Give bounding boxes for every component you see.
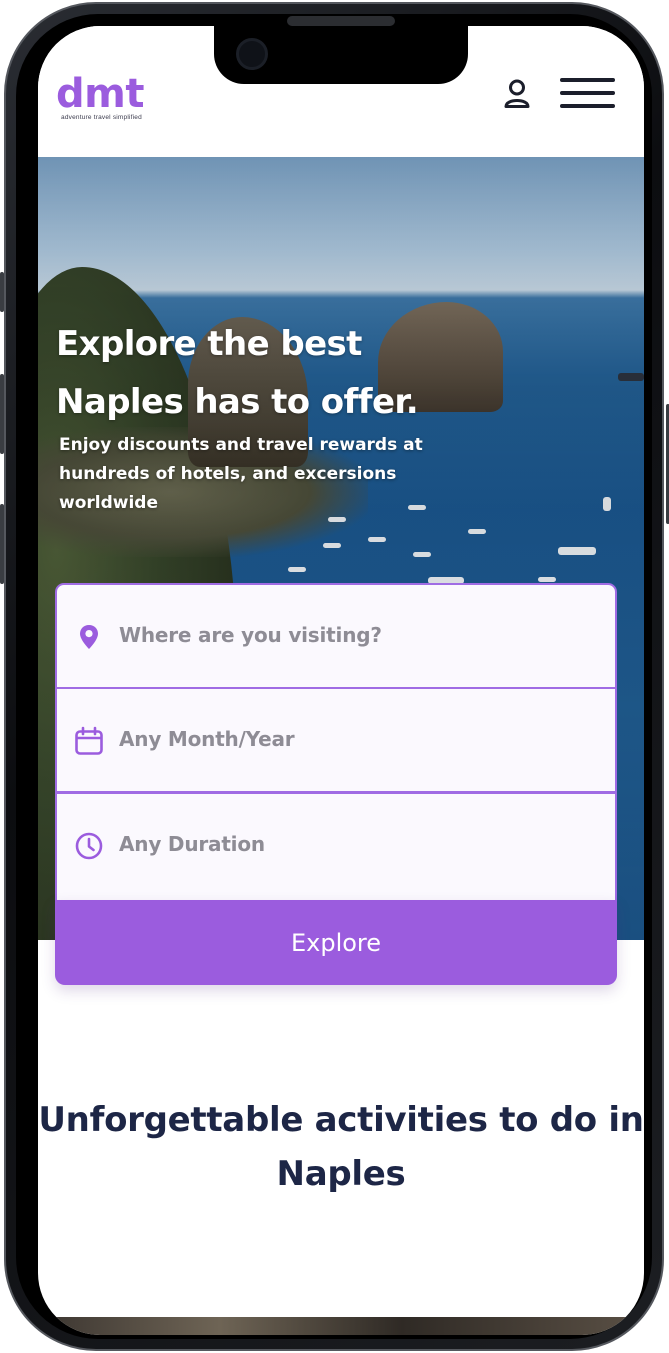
calendar-icon <box>75 726 103 755</box>
search-form: Where are you visiting? Any Month/Year A… <box>55 583 617 985</box>
map-pin-icon <box>80 625 98 649</box>
hero-title: Explore the best Naples has to offer. <box>56 315 556 431</box>
explore-button[interactable]: Explore <box>55 900 617 985</box>
hamburger-line <box>560 104 615 108</box>
phone-screen: dmt adventure travel simplified Explore … <box>38 26 644 1335</box>
hamburger-menu-icon <box>560 78 615 82</box>
logo-tagline: adventure travel simplified <box>61 114 142 121</box>
hamburger-line <box>560 91 615 95</box>
hero-title-line1: Explore the best <box>56 324 362 364</box>
menu-button[interactable] <box>560 78 616 108</box>
earpiece-speaker <box>287 16 395 26</box>
destination-input[interactable]: Where are you visiting? <box>55 583 617 689</box>
front-camera <box>236 38 268 70</box>
activity-image-preview <box>38 1317 644 1335</box>
phone-frame: dmt adventure travel simplified Explore … <box>0 2 669 1351</box>
account-button[interactable] <box>502 78 532 110</box>
logo-wordmark: dmt <box>56 71 144 117</box>
dmt-logo[interactable]: dmt adventure travel simplified <box>56 74 144 121</box>
user-icon <box>504 79 530 108</box>
duration-input[interactable]: Any Duration <box>55 792 617 900</box>
date-input[interactable]: Any Month/Year <box>55 687 617 793</box>
volume-down-button <box>0 504 4 584</box>
duration-placeholder: Any Duration <box>119 832 265 856</box>
mute-switch <box>0 272 4 312</box>
clock-icon <box>75 832 103 860</box>
volume-up-button <box>0 374 4 454</box>
hero-subtitle: Enjoy discounts and travel rewards at hu… <box>59 435 423 513</box>
activities-heading: Unforgettable activities to do in Naples <box>38 1100 644 1194</box>
destination-placeholder: Where are you visiting? <box>119 623 382 647</box>
hero-title-line2: Naples has to offer. <box>56 382 419 422</box>
date-placeholder: Any Month/Year <box>119 727 295 751</box>
